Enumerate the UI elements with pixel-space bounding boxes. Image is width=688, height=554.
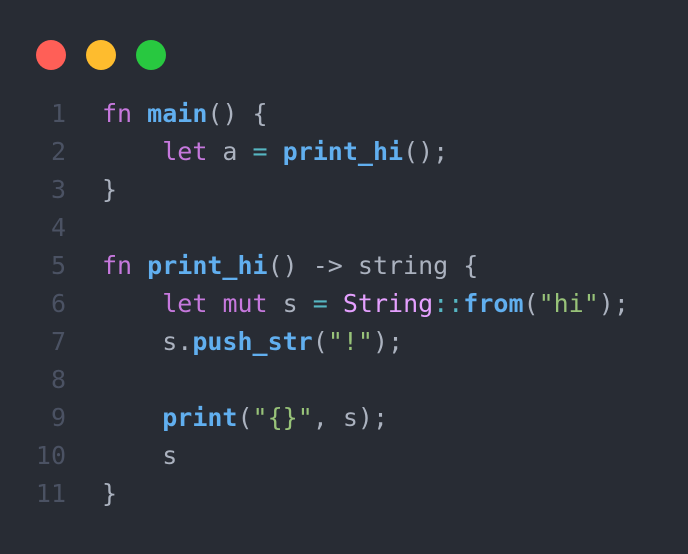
window-controls [36,40,166,70]
code-line[interactable]: 10 s [0,437,688,475]
line-source: } [102,171,117,209]
code-line[interactable]: 2 let a = print_hi(); [0,133,688,171]
line-number: 10 [35,441,66,470]
token-pl: , s); [312,403,389,432]
token-pl: ); [372,327,404,356]
token-kw: mut [222,289,268,318]
code-line[interactable]: 9 print("{}", s); [0,399,688,437]
line-number: 9 [50,403,66,432]
token-pl: ); [598,289,629,318]
minimize-button[interactable] [86,40,116,70]
line-source: print("{}", s); [102,399,388,437]
line-number: 6 [50,289,66,318]
code-editor[interactable]: 1 fn main() {2 let a = print_hi(); 3} 4 5 fn … [0,95,688,513]
code-window: 1 fn main() {2 let a = print_hi(); 3} 4 5 fn … [0,0,688,554]
token-pl: ( [523,289,539,318]
line-number: 7 [50,327,66,356]
code-line[interactable]: 11} [0,475,688,513]
line-number: 8 [50,365,66,394]
line-source: let mut s = String::from("hi"); [102,285,629,323]
token-kw: let [162,137,208,166]
line-source: let a = print_hi(); [102,133,448,171]
token-str: "!" [327,327,373,356]
code-line[interactable]: 3} [0,171,688,209]
token-op: :: [433,289,464,318]
line-source: fn main() { [102,95,268,133]
token-pl: ( [312,327,328,356]
token-fn: push_str [192,327,313,356]
line-source: } [102,475,117,513]
token-pl: } [102,479,118,508]
maximize-button[interactable] [136,40,166,70]
token-pl: s [162,441,178,470]
line-number: 3 [50,175,66,204]
line-source: fn print_hi() -> string { [102,247,478,285]
token-pl: a [207,137,253,166]
line-number: 11 [35,479,66,508]
token-op: = [252,137,268,166]
token-type: String [342,289,434,318]
token-kw: fn [102,99,133,128]
line-source: s [102,437,177,475]
line-number: 2 [50,137,66,166]
code-line[interactable]: 4 [0,209,688,247]
code-line[interactable]: 1 fn main() { [0,95,688,133]
token-fn: print_hi [147,251,268,280]
line-number: 4 [50,213,66,242]
token-fn: main [147,99,208,128]
token-kw: fn [102,251,133,280]
code-line[interactable]: 6 let mut s = String::from("hi"); [0,285,688,323]
line-number: 1 [50,99,66,128]
token-pl: () -> string { [267,251,479,280]
token-str: "hi" [538,289,599,318]
line-source: s.push_str("!"); [102,323,403,361]
token-op: = [312,289,328,318]
token-pl: } [102,175,118,204]
token-fn: print_hi [282,137,404,166]
line-number: 5 [50,251,66,280]
token-kw: let [162,289,208,318]
token-pl: ( [237,403,253,432]
token-pl: (); [403,137,449,166]
token-str: "{}" [252,403,313,432]
token-pl: s. [162,327,193,356]
token-pl: s [267,289,313,318]
token-fn: print [162,403,238,432]
code-line[interactable]: 7 s.push_str("!"); [0,323,688,361]
token-pl: () { [207,99,268,128]
token-fn: from [463,289,524,318]
code-line[interactable]: 8 [0,361,688,399]
code-line[interactable]: 5 fn print_hi() -> string { [0,247,688,285]
close-button[interactable] [36,40,66,70]
